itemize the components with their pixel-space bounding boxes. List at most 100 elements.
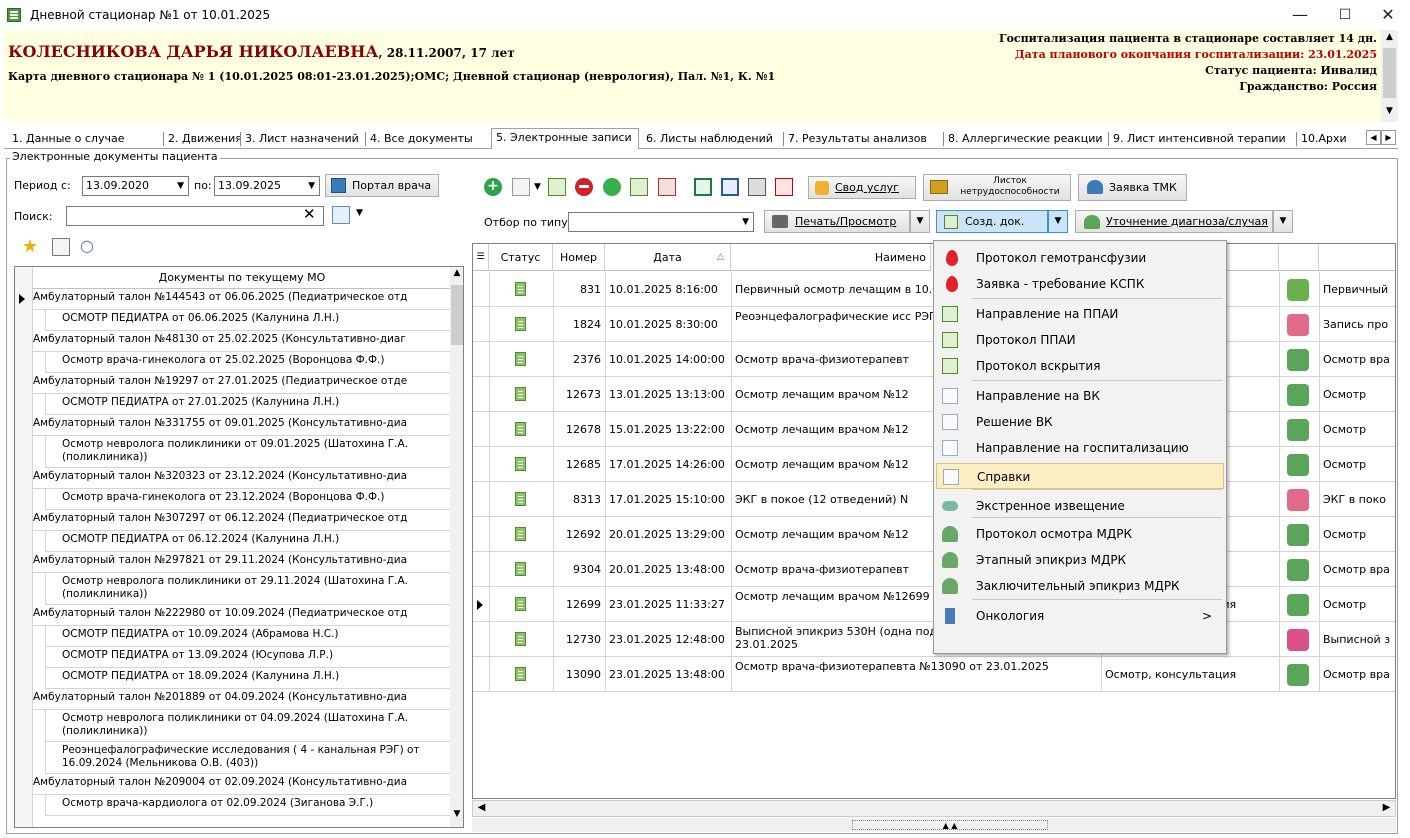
- column-header-date[interactable]: Дата △: [605, 244, 731, 271]
- bottom-splitter[interactable]: ▲ ▲: [472, 818, 1396, 832]
- tree-row[interactable]: Амбулаторный талон №48130 от 25.02.2025 …: [33, 331, 459, 352]
- menu-item-11[interactable]: Протокол осмотра МДРК: [936, 521, 1224, 547]
- tree-row[interactable]: Осмотр врача-кардиолога от 02.09.2024 (З…: [45, 795, 459, 816]
- tree-row[interactable]: Амбулаторный талон №201889 от 04.09.2024…: [33, 689, 459, 710]
- tab-scroll-right-icon[interactable]: ▶: [1381, 130, 1396, 145]
- sick-leave-button[interactable]: Листок нетрудоспособности: [923, 174, 1071, 201]
- menu-item-7[interactable]: Решение ВК: [936, 409, 1224, 435]
- scroll-left-icon[interactable]: ◀: [474, 801, 489, 816]
- menu-item-6[interactable]: Направление на ВК: [936, 383, 1224, 409]
- tab-3[interactable]: 3. Лист назначений: [241, 130, 363, 148]
- tree-row[interactable]: Осмотр невролога поликлиники от 09.01.20…: [45, 436, 459, 468]
- menu-item-5[interactable]: Протокол вскрытия: [936, 353, 1224, 379]
- star-icon[interactable]: ★: [22, 238, 40, 256]
- copy-document-icon[interactable]: [512, 178, 530, 196]
- minimize-button[interactable]: —: [1280, 4, 1320, 26]
- tab-scroll-left-icon[interactable]: ◀: [1366, 130, 1381, 145]
- menu-item-9[interactable]: Справки: [936, 463, 1224, 489]
- tree-row[interactable]: ОСМОТР ПЕДИАТРА от 06.12.2024 (Калунина …: [45, 531, 459, 552]
- menu-item-8[interactable]: Направление на госпитализацию: [936, 435, 1224, 461]
- tree-row[interactable]: Амбулаторный талон №222980 от 10.09.2024…: [33, 605, 459, 626]
- tab-8[interactable]: 8. Аллергические реакции: [944, 130, 1105, 148]
- splitter-handle[interactable]: ▲ ▲: [852, 820, 1048, 830]
- doctor-portal-button[interactable]: Портал врача: [325, 174, 439, 197]
- tree-row[interactable]: Осмотр невролога поликлиники от 04.09.20…: [45, 710, 459, 742]
- scroll-thumb[interactable]: [1383, 48, 1396, 98]
- maximize-button[interactable]: ☐: [1325, 4, 1365, 26]
- print-dropdown-button[interactable]: ▼: [910, 210, 930, 233]
- menu-item-14[interactable]: Онкология >: [936, 603, 1224, 629]
- refine-diagnosis-button[interactable]: Уточнение диагноза/случая: [1075, 210, 1273, 233]
- tree-row[interactable]: Амбулаторный талон №19297 от 27.01.2025 …: [33, 373, 459, 394]
- menu-item-4[interactable]: Протокол ППАИ: [936, 327, 1224, 353]
- filter-type-select[interactable]: ▼: [568, 212, 754, 232]
- scroll-up-icon[interactable]: ▲: [451, 268, 463, 284]
- column-header-kind[interactable]: [1319, 244, 1395, 271]
- tree-row[interactable]: ОСМОТР ПЕДИАТРА от 06.06.2025 (Калунина …: [45, 310, 459, 331]
- tab-5[interactable]: 5. Электронные записи: [491, 128, 639, 149]
- tab-1[interactable]: 1. Данные о случае: [8, 130, 160, 148]
- tab-6[interactable]: 6. Листы наблюдений: [642, 130, 780, 148]
- tree-row[interactable]: Амбулаторный талон №144543 от 06.06.2025…: [33, 289, 459, 310]
- chevron-down-icon[interactable]: ▼: [742, 213, 749, 231]
- delete-icon[interactable]: [575, 178, 593, 196]
- menu-item-13[interactable]: Заключительный эпикриз МДРК: [936, 573, 1224, 599]
- chevron-down-icon[interactable]: ▼: [356, 208, 363, 218]
- copy-icon[interactable]: [332, 206, 350, 224]
- tree-row[interactable]: Амбулаторный талон №297821 от 29.11.2024…: [33, 552, 459, 573]
- tree-row[interactable]: ОСМОТР ПЕДИАТРА от 18.09.2024 (Калунина …: [45, 668, 459, 689]
- tree-row[interactable]: ОСМОТР ПЕДИАТРА от 10.09.2024 (Абрамова …: [45, 626, 459, 647]
- export-icon[interactable]: [748, 178, 766, 196]
- close-button[interactable]: ✕: [1368, 4, 1408, 26]
- tree-row[interactable]: Амбулаторный талон №209004 от 02.09.2024…: [33, 774, 459, 795]
- refresh-icon[interactable]: [603, 178, 621, 196]
- menu-item-12[interactable]: Этапный эпикриз МДРК: [936, 547, 1224, 573]
- scroll-down-icon[interactable]: ▼: [1383, 106, 1396, 120]
- create-document-button[interactable]: Созд. док.: [936, 210, 1048, 233]
- tab-7[interactable]: 7. Результаты анализов: [784, 130, 940, 148]
- column-header-status[interactable]: Статус: [489, 244, 553, 271]
- column-header-icon[interactable]: [1279, 244, 1319, 271]
- tree-row[interactable]: Осмотр невролога поликлиники от 29.11.20…: [45, 573, 459, 605]
- tree-row[interactable]: Амбулаторный талон №307297 от 06.12.2024…: [33, 510, 459, 531]
- tree-row[interactable]: ОСМОТР ПЕДИАТРА от 13.09.2024 (Юсупова Л…: [45, 647, 459, 668]
- edit-document-icon[interactable]: [548, 178, 566, 196]
- grid-h-scrollbar[interactable]: ◀ ▶: [472, 800, 1396, 817]
- column-header-name[interactable]: Наимено: [731, 244, 931, 271]
- tree-row[interactable]: Реоэнцефалографические исследования ( 4 …: [45, 742, 459, 774]
- tab-4[interactable]: 4. Все документы: [366, 130, 488, 148]
- header-scrollbar[interactable]: ▲ ▼: [1381, 30, 1398, 122]
- create-dropdown-button[interactable]: ▼: [1048, 210, 1068, 233]
- add-icon[interactable]: +: [484, 178, 502, 196]
- tree-row[interactable]: Амбулаторный талон №331755 от 09.01.2025…: [33, 415, 459, 436]
- chevron-down-icon[interactable]: ▼: [177, 177, 184, 195]
- scroll-up-icon[interactable]: ▲: [1383, 32, 1396, 46]
- sign-document-icon[interactable]: [630, 178, 648, 196]
- clear-search-icon[interactable]: ✕: [303, 205, 316, 223]
- tree-row[interactable]: Осмотр врача-гинеколога от 25.02.2025 (В…: [45, 352, 459, 373]
- menu-item-2[interactable]: Заявка - требование КСПК: [936, 271, 1224, 297]
- refine-dropdown-button[interactable]: ▼: [1273, 210, 1293, 233]
- print-preview-button[interactable]: Печать/Просмотр: [764, 210, 910, 233]
- table-row[interactable]: 13090 23.01.2025 13:48:00 Осмотр врача-физ…: [473, 657, 1395, 692]
- menu-item-1[interactable]: Протокол гемотрансфузии: [936, 245, 1224, 271]
- tab-10[interactable]: 10.Архи: [1297, 130, 1367, 148]
- chevron-down-icon[interactable]: ▼: [308, 177, 315, 195]
- scroll-thumb[interactable]: [451, 285, 463, 345]
- tab-9[interactable]: 9. Лист интенсивной терапии: [1109, 130, 1293, 148]
- menu-item-3[interactable]: Направление на ППАИ: [936, 301, 1224, 327]
- services-summary-button[interactable]: Свод услуг: [808, 176, 916, 199]
- menu-item-10[interactable]: Экстренное извещение: [936, 493, 1224, 519]
- search-input[interactable]: [66, 206, 324, 226]
- tree-row[interactable]: Амбулаторный талон №320323 от 23.12.2024…: [33, 468, 459, 489]
- tmk-request-button[interactable]: Заявка ТМК: [1078, 174, 1187, 201]
- period-from-input[interactable]: 13.09.2020 ▼: [82, 176, 189, 196]
- search-icon[interactable]: ○: [80, 236, 98, 255]
- left-grid-scrollbar[interactable]: ▲ ▼: [450, 267, 463, 827]
- list-icon[interactable]: [52, 238, 70, 256]
- scroll-right-icon[interactable]: ▶: [1379, 801, 1394, 816]
- column-header-number[interactable]: Номер: [553, 244, 605, 271]
- pdf-icon[interactable]: [775, 178, 793, 196]
- word-icon[interactable]: [721, 178, 739, 196]
- chevron-down-icon[interactable]: ▼: [534, 182, 541, 192]
